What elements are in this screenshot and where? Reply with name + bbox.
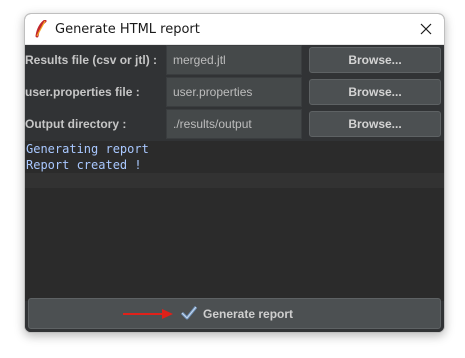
current-line-highlight [25, 173, 444, 188]
results-file-row: Results file (csv or jtl) : merged.jtl B… [25, 45, 444, 77]
output-directory-field[interactable]: ./results/output [166, 109, 302, 139]
output-directory-row: Output directory : ./results/output Brow… [25, 109, 444, 141]
console-line: Report created ! [26, 158, 142, 172]
close-button[interactable] [408, 14, 444, 44]
title-bar: Generate HTML report [25, 14, 444, 45]
results-file-field[interactable]: merged.jtl [166, 45, 302, 75]
user-properties-label: user.properties file : [25, 85, 140, 99]
red-arrow-icon [123, 309, 173, 319]
dialog-content: Results file (csv or jtl) : merged.jtl B… [25, 45, 444, 332]
console-line: Generating report [26, 142, 149, 156]
output-directory-label: Output directory : [25, 117, 127, 131]
user-properties-browse-button[interactable]: Browse... [309, 79, 441, 105]
report-dialog: Generate HTML report Results file (csv o… [24, 13, 445, 333]
window-title: Generate HTML report [55, 22, 200, 37]
results-file-browse-button[interactable]: Browse... [309, 47, 441, 73]
user-properties-row: user.properties file : user.properties B… [25, 77, 444, 109]
checkmark-icon [180, 306, 198, 320]
console-output[interactable]: Generating report Report created ! [25, 141, 444, 301]
close-icon [420, 23, 432, 35]
output-directory-browse-button[interactable]: Browse... [309, 111, 441, 137]
generate-report-button[interactable]: Generate report [28, 298, 441, 329]
feather-icon [33, 19, 49, 38]
generate-report-label: Generate report [203, 307, 294, 321]
user-properties-field[interactable]: user.properties [166, 77, 302, 107]
results-file-label: Results file (csv or jtl) : [25, 53, 158, 67]
